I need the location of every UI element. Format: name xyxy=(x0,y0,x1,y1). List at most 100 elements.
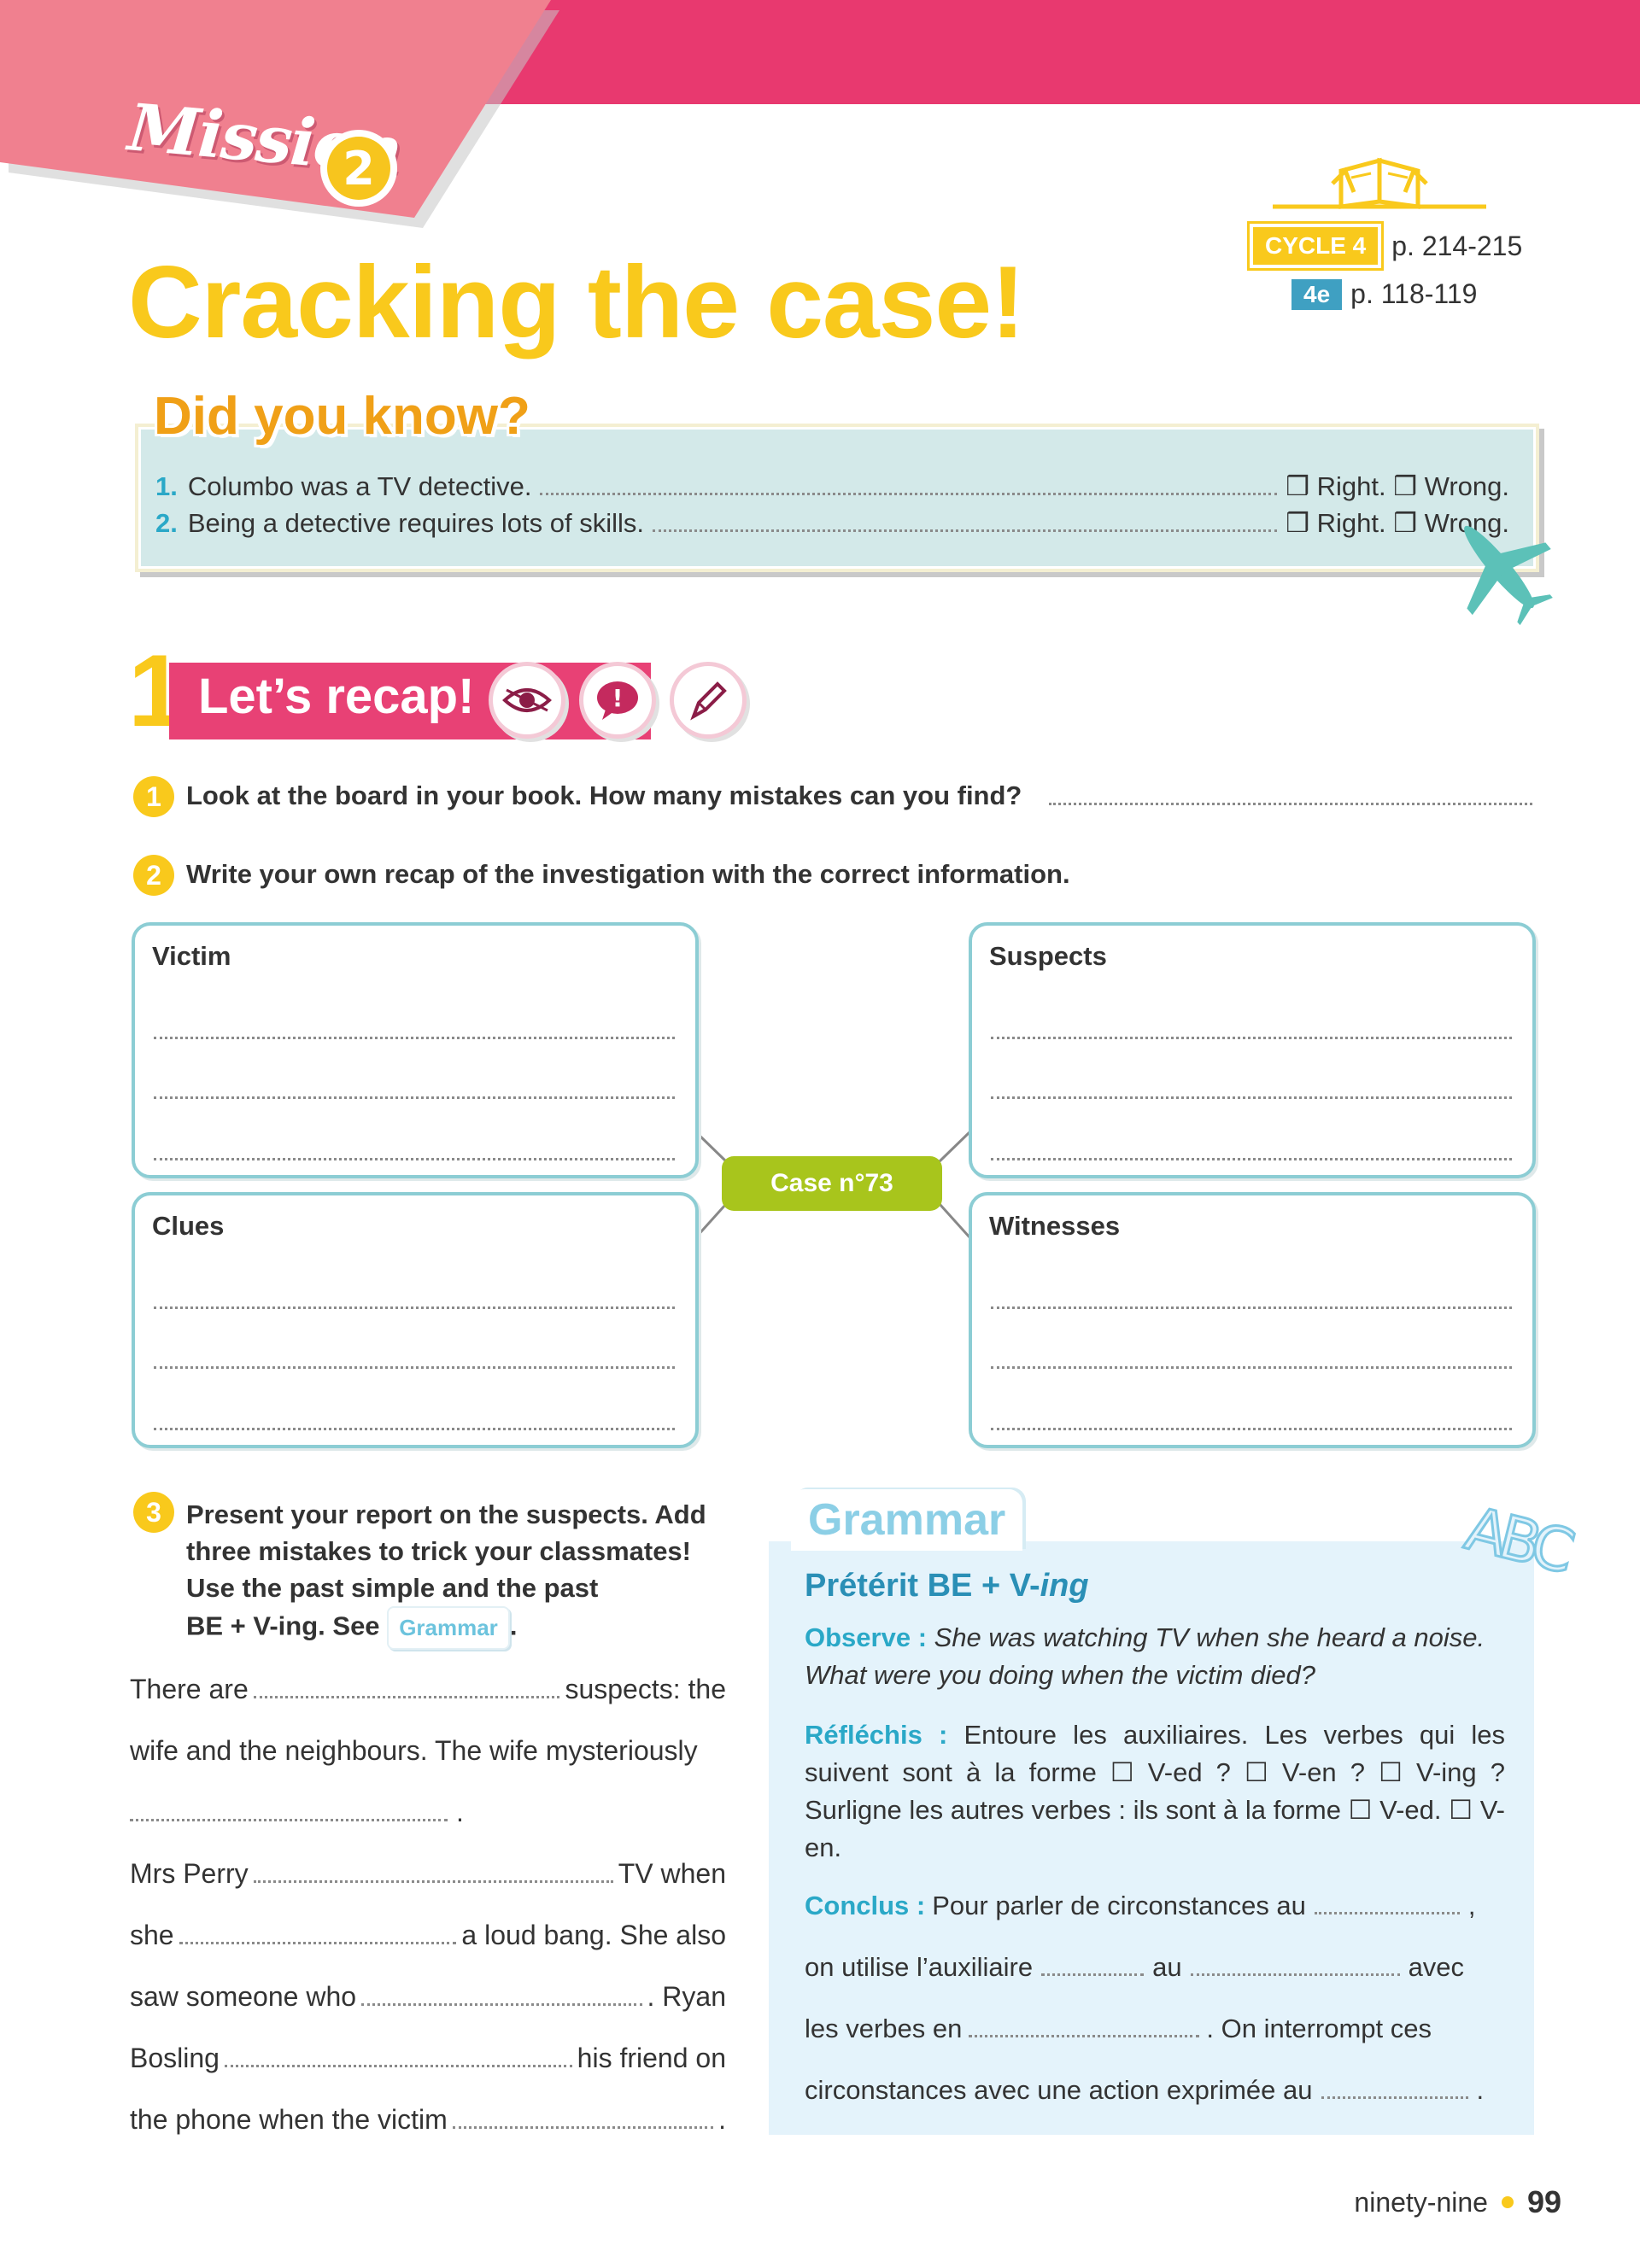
dyk-item-2: 2. Being a detective requires lots of sk… xyxy=(155,508,1509,539)
question-3-end: . xyxy=(509,1610,518,1641)
question-3-line: Use the past simple and the past xyxy=(186,1573,599,1603)
answer-line[interactable] xyxy=(154,1158,675,1160)
grammar-title: Grammar xyxy=(791,1489,1023,1551)
answer-line[interactable] xyxy=(154,1306,675,1309)
conclus-text: les verbes en xyxy=(805,2014,963,2043)
question-number: 2 xyxy=(133,855,174,896)
eye-icon xyxy=(489,662,565,739)
answer-line[interactable] xyxy=(154,1096,675,1099)
conclus-text: , xyxy=(1467,1891,1476,1920)
question-3-line: BE + V-ing. See xyxy=(186,1610,380,1641)
report-text: . xyxy=(718,2104,726,2135)
case-box-victim[interactable]: Victim xyxy=(132,922,699,1178)
blank-line[interactable] xyxy=(969,2035,1200,2037)
report-paragraph: There are suspects: the wife and the nei… xyxy=(130,1674,726,2166)
case-box-witnesses[interactable]: Witnesses xyxy=(969,1192,1536,1448)
page-footer: ninety-nine 99 xyxy=(1354,2184,1561,2220)
blank-line[interactable] xyxy=(1190,1973,1400,1976)
case-box-label: Victim xyxy=(152,941,231,971)
question-3-line: three mistakes to trick your classmates! xyxy=(186,1536,691,1566)
report-text: the phone when the victim xyxy=(130,2104,448,2135)
case-box-label: Suspects xyxy=(989,941,1107,971)
cycle-reference: CYCLE 4 p. 214-215 xyxy=(1246,221,1523,271)
blank-line[interactable] xyxy=(1321,2096,1468,2099)
grammar-subtitle: Prétérit BE + V-ing xyxy=(805,1568,1089,1605)
cycle-badge: CYCLE 4 xyxy=(1246,221,1385,271)
case-box-label: Clues xyxy=(152,1211,225,1241)
answer-line[interactable] xyxy=(991,1096,1512,1099)
answer-line[interactable] xyxy=(991,1366,1512,1369)
airplane-icon xyxy=(1464,525,1553,626)
grammar-observe: Observe : She was watching TV when she h… xyxy=(805,1619,1505,1694)
answer-line[interactable] xyxy=(154,1037,675,1039)
report-text: Bosling xyxy=(130,2043,220,2073)
conclus-text: Pour parler de circonstances au xyxy=(932,1891,1306,1920)
blank-line[interactable] xyxy=(361,2003,642,2006)
report-text: wife and the neighbours. The wife myster… xyxy=(130,1735,698,1766)
page-title: Cracking the case! xyxy=(128,245,1025,359)
grammar-subtitle-main: Prétérit BE + V- xyxy=(805,1568,1040,1604)
question-3-line: Present your report on the suspects. Add xyxy=(186,1499,706,1529)
question-number: 1 xyxy=(133,776,174,817)
report-text: TV when xyxy=(618,1858,726,1889)
svg-text:!: ! xyxy=(612,684,624,712)
answer-line[interactable] xyxy=(991,1037,1512,1039)
report-text: his friend on xyxy=(577,2043,726,2073)
answer-line[interactable] xyxy=(154,1366,675,1369)
case-box-suspects[interactable]: Suspects xyxy=(969,922,1536,1178)
grammar-conclus: Conclus : Pour parler de circonstances a… xyxy=(805,1887,1505,2133)
conclus-text: avec xyxy=(1408,1952,1465,1982)
grammar-reference-tag[interactable]: Grammar xyxy=(387,1606,510,1650)
answer-line[interactable] xyxy=(1049,803,1532,805)
blank-line[interactable] xyxy=(253,1696,560,1698)
answer-line xyxy=(653,529,1278,532)
answer-line[interactable] xyxy=(991,1306,1512,1309)
blank-line[interactable] xyxy=(224,2065,572,2067)
grade-reference: 4e p. 118-119 xyxy=(1292,278,1477,310)
conclus-text: . xyxy=(1476,2075,1485,2105)
conclus-text: . On interrompt ces xyxy=(1206,2014,1432,2043)
conclus-text: on utilise l’auxiliaire xyxy=(805,1952,1034,1982)
case-number-label: Case n°73 xyxy=(722,1156,942,1211)
answer-line[interactable] xyxy=(991,1158,1512,1160)
right-wrong-options[interactable]: ❒ Right. ❒ Wrong. xyxy=(1286,471,1509,502)
blank-line[interactable] xyxy=(179,1942,457,1944)
question-1-text: Look at the board in your book. How many… xyxy=(186,780,1022,810)
blank-line[interactable] xyxy=(253,1880,613,1883)
report-text: Mrs Perry xyxy=(130,1858,249,1889)
blank-line[interactable] xyxy=(1314,1912,1460,1914)
dyk-item-number: 1. xyxy=(155,471,178,501)
footer-dot xyxy=(1501,2196,1514,2208)
report-text: . xyxy=(456,1797,464,1827)
blank-line[interactable] xyxy=(130,1819,448,1821)
observe-label: Observe : xyxy=(805,1622,928,1652)
page-number-words: ninety-nine xyxy=(1354,2186,1488,2218)
mission-number-badge: 2 xyxy=(320,130,397,207)
question-3-text: Present your report on the suspects. Add… xyxy=(186,1496,706,1650)
dyk-item-text: Columbo was a TV detective. xyxy=(187,471,532,501)
case-box-clues[interactable]: Clues xyxy=(132,1192,699,1448)
report-text: . Ryan xyxy=(647,1981,726,2012)
blank-line[interactable] xyxy=(452,2126,714,2129)
report-text: saw someone who xyxy=(130,1981,357,2012)
cycle-pages: p. 214-215 xyxy=(1391,230,1523,261)
grammar-reflechis: Réfléchis : Entoure les auxiliaires. Les… xyxy=(805,1716,1505,1867)
page-number: 99 xyxy=(1526,2184,1561,2219)
grammar-subtitle-ing: ing xyxy=(1040,1568,1089,1604)
question-number: 3 xyxy=(133,1492,174,1533)
answer-line[interactable] xyxy=(991,1428,1512,1430)
answer-line xyxy=(540,493,1278,495)
blank-line[interactable] xyxy=(1041,1973,1145,1976)
report-text: suspects: the xyxy=(565,1674,726,1704)
grade-badge: 4e xyxy=(1292,278,1343,310)
question-2-text: Write your own recap of the investigatio… xyxy=(186,859,1070,889)
conclus-label: Conclus : xyxy=(805,1891,926,1920)
report-text: she xyxy=(130,1920,174,1950)
pen-icon xyxy=(670,662,747,739)
exclamation-bubble-icon: ! xyxy=(579,662,656,739)
report-text: a loud bang. She also xyxy=(461,1920,726,1950)
dyk-item-text: Being a detective requires lots of skill… xyxy=(187,508,645,538)
answer-line[interactable] xyxy=(154,1428,675,1430)
grade-pages: p. 118-119 xyxy=(1350,278,1478,309)
dyk-item-number: 2. xyxy=(155,508,178,538)
